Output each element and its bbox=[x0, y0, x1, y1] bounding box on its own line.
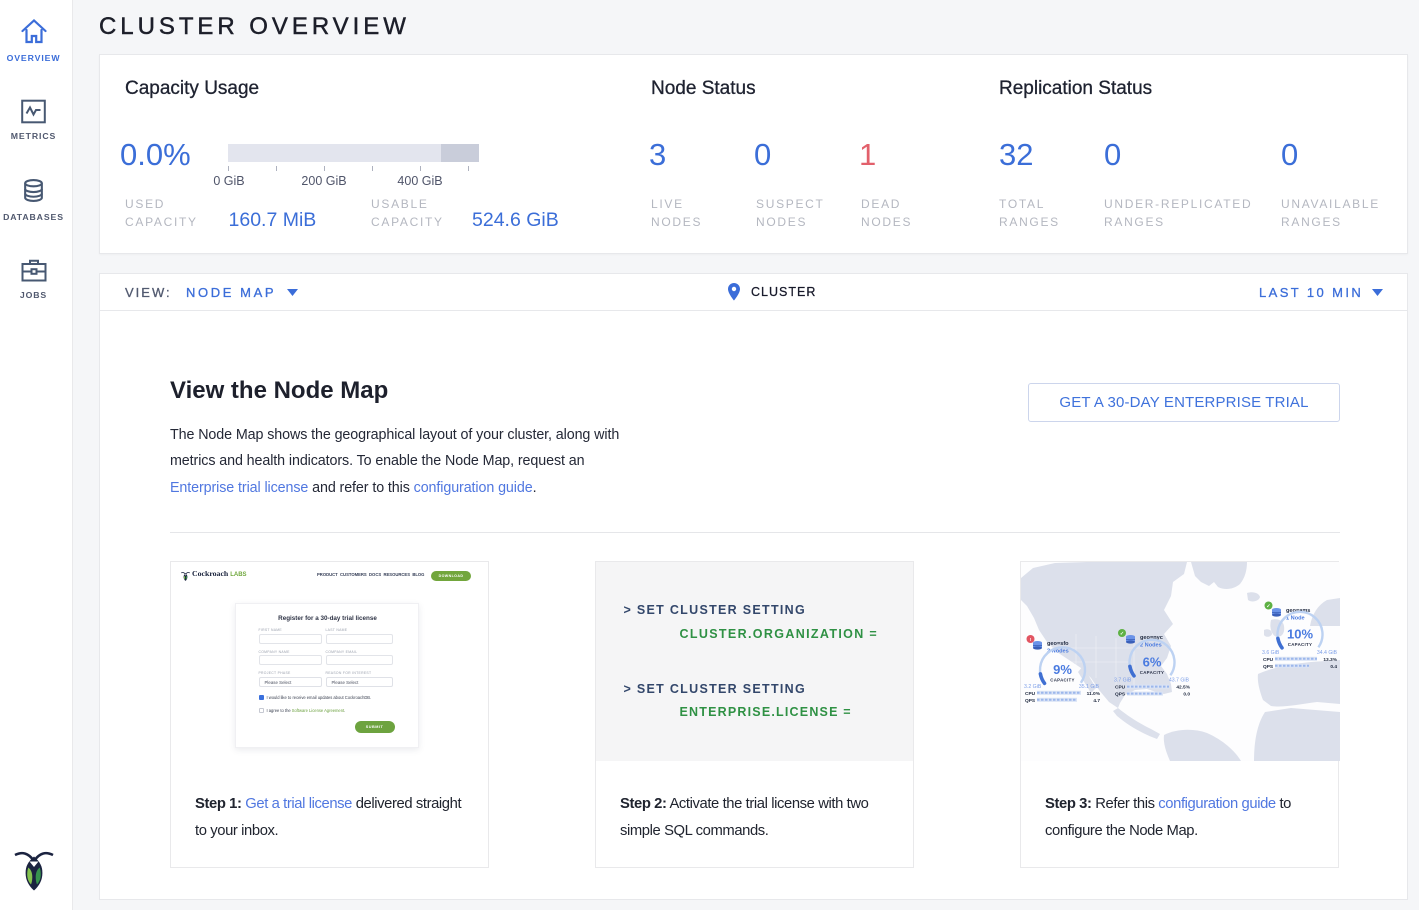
svg-text:CAPACITY: CAPACITY bbox=[1050, 678, 1075, 683]
svg-text:CPU: CPU bbox=[1025, 691, 1036, 697]
svg-text:CAPACITY: CAPACITY bbox=[1140, 670, 1165, 675]
svg-text:3.7 GiB: 3.7 GiB bbox=[1114, 678, 1132, 684]
svg-text:CAPACITY: CAPACITY bbox=[1288, 642, 1313, 647]
svg-text:QPS: QPS bbox=[1263, 664, 1274, 670]
svg-text:34.4 GiB: 34.4 GiB bbox=[1317, 650, 1338, 656]
svg-text:✓: ✓ bbox=[1266, 604, 1270, 610]
svg-text:CPU: CPU bbox=[1263, 657, 1274, 663]
svg-text:0.0: 0.0 bbox=[1183, 692, 1190, 698]
svg-text:13.3%: 13.3% bbox=[1323, 657, 1337, 663]
svg-text:10%: 10% bbox=[1287, 627, 1313, 642]
svg-text:0.4: 0.4 bbox=[1330, 664, 1337, 670]
svg-text:3.6 GiB: 3.6 GiB bbox=[1262, 650, 1280, 656]
svg-text:3.2 GiB: 3.2 GiB bbox=[1024, 684, 1042, 690]
svg-text:QPS: QPS bbox=[1025, 698, 1036, 704]
svg-text:6%: 6% bbox=[1143, 655, 1162, 670]
svg-text:✓: ✓ bbox=[1120, 631, 1124, 637]
svg-text:35.1 GiB: 35.1 GiB bbox=[1079, 684, 1100, 690]
svg-text:43.7 GiB: 43.7 GiB bbox=[1169, 678, 1190, 684]
svg-text:4.7: 4.7 bbox=[1093, 698, 1100, 704]
svg-text:11.0%: 11.0% bbox=[1087, 691, 1101, 697]
svg-text:42.5%: 42.5% bbox=[1176, 685, 1190, 691]
svg-text:geo=sfo: geo=sfo bbox=[1047, 641, 1069, 647]
svg-text:9%: 9% bbox=[1053, 662, 1072, 677]
svg-text:CPU: CPU bbox=[1115, 685, 1126, 691]
svg-text:2 Nodes: 2 Nodes bbox=[1140, 643, 1162, 649]
svg-text:QPS: QPS bbox=[1115, 692, 1126, 698]
svg-text:1 Node: 1 Node bbox=[1286, 616, 1305, 622]
